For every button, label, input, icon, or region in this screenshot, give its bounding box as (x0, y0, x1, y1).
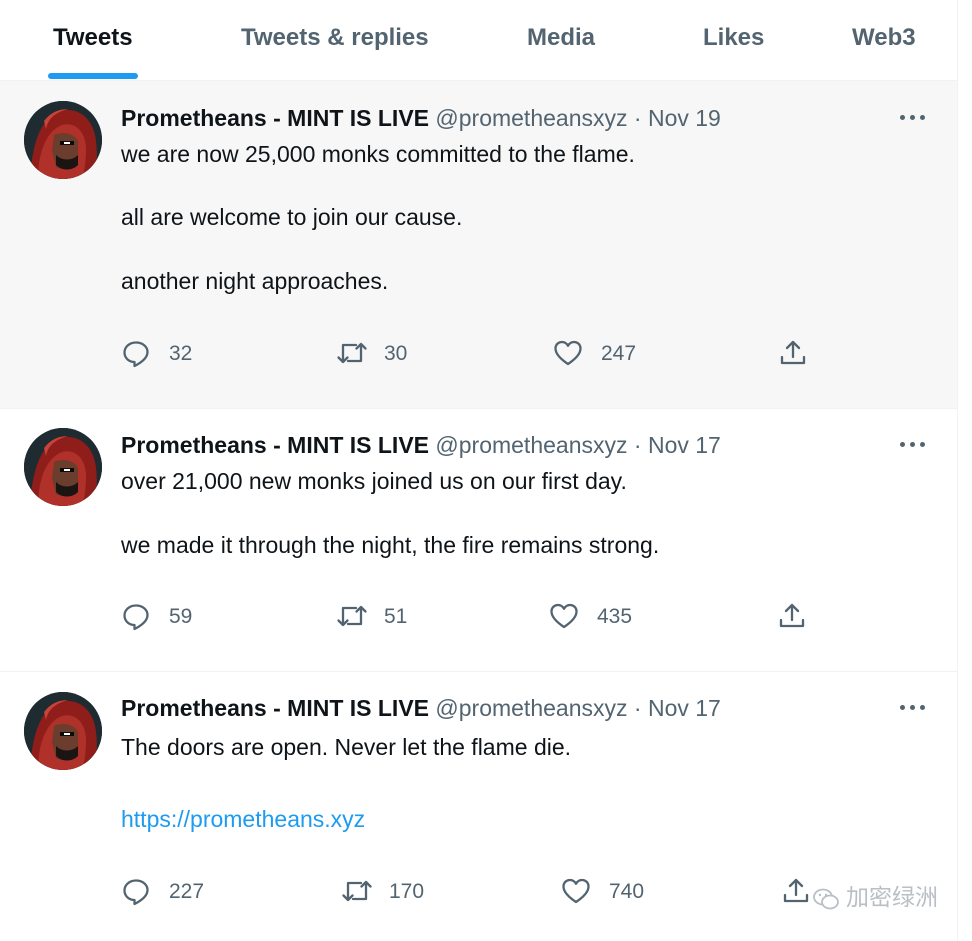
reply-count: 59 (169, 605, 193, 628)
user-handle[interactable]: @prometheansxyz (435, 105, 627, 131)
tab-media[interactable]: Media (527, 0, 597, 80)
retweet-icon (342, 880, 372, 902)
tweet-header: Prometheans - MINT IS LIVE @prometheansx… (121, 432, 721, 459)
wechat-icon (813, 888, 839, 910)
reply-count: 32 (169, 342, 193, 365)
user-handle[interactable]: @prometheansxyz (435, 695, 627, 721)
scrollbar-track[interactable] (957, 0, 972, 941)
separator: · (633, 695, 642, 721)
avatar[interactable] (24, 428, 102, 506)
tab-media-label: Media (527, 24, 596, 51)
watermark: 加密绿洲 (812, 878, 938, 912)
tweet-date[interactable]: Nov 19 (648, 105, 721, 131)
heart-icon (562, 878, 590, 904)
tweet-link[interactable]: https://prometheans.xyz (121, 806, 365, 833)
tab-tweets-replies-label: Tweets & replies (241, 24, 429, 51)
tweet-text-line: we are now 25,000 monks committed to the… (121, 141, 635, 167)
more-icon[interactable] (898, 697, 928, 717)
tweet[interactable]: Prometheans - MINT IS LIVE @prometheansx… (0, 81, 958, 409)
tweet-text-line: all are welcome to join our cause. (121, 204, 463, 230)
retweet-icon (337, 342, 367, 364)
tweet-text-line: over 21,000 new monks joined us on our f… (121, 468, 627, 494)
retweet-icon (337, 605, 367, 627)
share-button[interactable] (781, 876, 811, 906)
retweet-count: 30 (384, 342, 408, 365)
separator: · (633, 432, 642, 458)
display-name[interactable]: Prometheans - MINT IS LIVE (121, 432, 429, 458)
avatar[interactable] (24, 692, 102, 770)
share-button[interactable] (777, 601, 807, 631)
active-tab-indicator (48, 73, 138, 79)
watermark-text: 加密绿洲 (846, 884, 938, 910)
tab-tweets-label: Tweets (53, 24, 133, 51)
tweet[interactable]: Prometheans - MINT IS LIVE @prometheansx… (0, 409, 958, 672)
like-count: 435 (597, 605, 633, 628)
tab-likes-label: Likes (703, 24, 765, 51)
tweet-text-line: we made it through the night, the fire r… (121, 532, 660, 558)
like-count: 740 (609, 880, 645, 903)
tweet-date[interactable]: Nov 17 (648, 432, 721, 458)
profile-tabs: Tweets Tweets & replies Media Likes Web3 (0, 0, 958, 81)
more-icon[interactable] (898, 107, 928, 127)
user-handle[interactable]: @prometheansxyz (435, 432, 627, 458)
like-count: 247 (601, 342, 637, 365)
tab-web3-label: Web3 (852, 24, 916, 51)
retweet-count: 170 (389, 880, 425, 903)
tweet-header: Prometheans - MINT IS LIVE @prometheansx… (121, 105, 721, 132)
tab-likes[interactable]: Likes (703, 0, 765, 80)
tweet-text-line: another night approaches. (121, 268, 389, 294)
share-icon (779, 603, 805, 628)
separator: · (633, 105, 642, 131)
reply-icon (123, 879, 149, 906)
tab-tweets-replies[interactable]: Tweets & replies (241, 0, 429, 80)
display-name[interactable]: Prometheans - MINT IS LIVE (121, 105, 429, 131)
avatar[interactable] (24, 101, 102, 179)
tweet-date[interactable]: Nov 17 (648, 695, 721, 721)
more-icon[interactable] (898, 434, 928, 454)
heart-icon (554, 340, 582, 366)
tab-tweets[interactable]: Tweets (48, 0, 138, 80)
share-icon (780, 340, 806, 365)
reply-icon (123, 341, 149, 368)
heart-icon (550, 603, 578, 629)
tab-web3[interactable]: Web3 (852, 0, 918, 80)
tweet-text-line: The doors are open. Never let the flame … (121, 734, 572, 760)
reply-icon (123, 604, 149, 631)
share-icon (783, 878, 809, 903)
tweet-header: Prometheans - MINT IS LIVE @prometheansx… (121, 695, 721, 722)
share-button[interactable] (778, 338, 808, 368)
retweet-count: 51 (384, 605, 408, 628)
display-name[interactable]: Prometheans - MINT IS LIVE (121, 695, 429, 721)
reply-count: 227 (169, 880, 205, 903)
